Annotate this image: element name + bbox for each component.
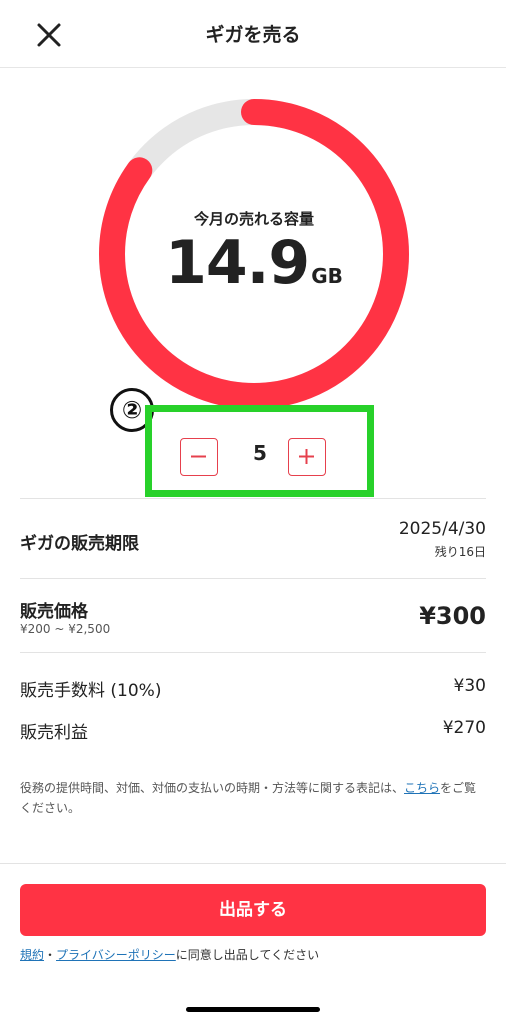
deadline-date: 2025/4/30: [398, 519, 486, 539]
agreement-separator: ・: [44, 948, 57, 962]
price-label: 販売価格: [20, 602, 88, 622]
profit-value: ¥270: [442, 718, 486, 738]
agreement-suffix: に同意し出品してください: [175, 948, 320, 962]
notice-text: 役務の提供時間、対価、対価の支払いの時期・方法等に関する表記は、こちらをご覧くだ…: [20, 778, 486, 818]
fee-label: 販売手数料 (10%): [20, 681, 162, 701]
notice-link[interactable]: こちら: [404, 781, 440, 795]
privacy-policy-link[interactable]: プライバシーポリシー: [56, 948, 176, 962]
gauge-number: 14.9: [165, 228, 310, 298]
decrement-button[interactable]: [180, 438, 218, 476]
plus-icon: [299, 449, 314, 464]
deadline-remaining: 残り16日: [434, 545, 486, 559]
list-item-button[interactable]: 出品する: [20, 884, 486, 936]
terms-link[interactable]: 規約: [20, 948, 44, 962]
page-title: ギガを売る: [205, 24, 301, 46]
app-header: ギガを売る: [0, 0, 506, 68]
divider: [0, 863, 506, 864]
profit-label: 販売利益: [20, 723, 88, 743]
divider: [20, 652, 486, 653]
notice-text-before: 役務の提供時間、対価、対価の支払いの時期・方法等に関する表記は、: [20, 781, 405, 795]
price-value[interactable]: ¥300: [419, 602, 486, 630]
quantity-value: 5: [253, 441, 267, 465]
gauge-text: 今月の売れる容量 14.9 GB: [96, 96, 412, 412]
divider: [20, 578, 486, 579]
gauge-value: 14.9 GB: [96, 228, 412, 298]
fee-value: ¥30: [453, 676, 486, 696]
agreement-text: 規約・プライバシーポリシーに同意し出品してください: [20, 946, 319, 963]
gauge-label: 今月の売れる容量: [193, 210, 314, 228]
increment-button[interactable]: [288, 438, 326, 476]
quantity-stepper: 5: [145, 405, 374, 497]
deadline-label: ギガの販売期限: [20, 534, 139, 554]
home-indicator[interactable]: [186, 1007, 320, 1012]
minus-icon: [191, 455, 206, 458]
price-range: ¥200 ~ ¥2,500: [20, 622, 111, 636]
divider: [20, 498, 486, 499]
gauge-unit: GB: [311, 264, 343, 288]
capacity-gauge: 今月の売れる容量 14.9 GB: [96, 96, 412, 412]
